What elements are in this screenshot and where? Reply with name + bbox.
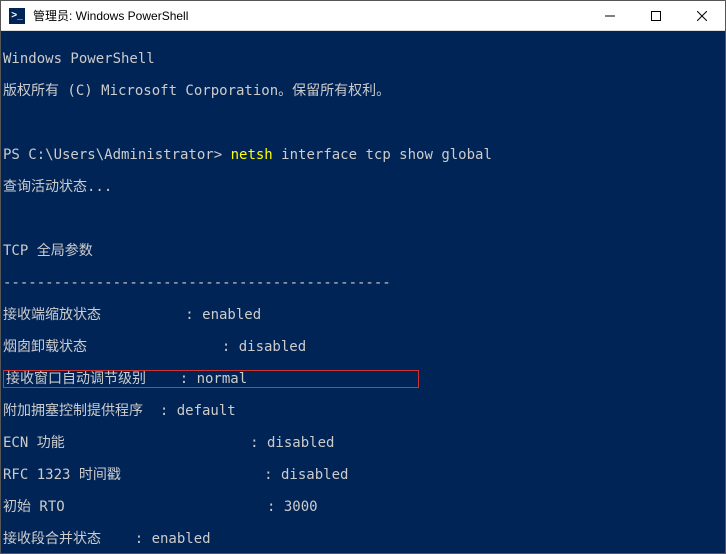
- param-row: ECN 功能 : disabled: [3, 435, 723, 451]
- header-line-1: Windows PowerShell: [3, 51, 723, 67]
- blank-line: [3, 115, 723, 131]
- command-name: netsh: [231, 147, 273, 163]
- highlight-box: 接收窗口自动调节级别 : normal: [3, 370, 419, 388]
- prompt-path: PS C:\Users\Administrator>: [3, 147, 222, 163]
- window-title: 管理员: Windows PowerShell: [33, 7, 587, 24]
- command-args: interface tcp show global: [273, 147, 492, 163]
- close-icon: [697, 11, 707, 21]
- prompt-line-1: PS C:\Users\Administrator> netsh interfa…: [3, 147, 723, 163]
- param-row: 烟囱卸载状态 : disabled: [3, 339, 723, 355]
- section-title: TCP 全局参数: [3, 243, 723, 259]
- highlighted-text: 接收窗口自动调节级别 : normal: [6, 371, 247, 387]
- minimize-icon: [605, 11, 615, 21]
- maximize-icon: [651, 11, 661, 21]
- maximize-button[interactable]: [633, 1, 679, 30]
- querying-line: 查询活动状态...: [3, 179, 723, 195]
- header-line-2: 版权所有 (C) Microsoft Corporation。保留所有权利。: [3, 83, 723, 99]
- terminal-area[interactable]: Windows PowerShell 版权所有 (C) Microsoft Co…: [1, 31, 725, 553]
- minimize-button[interactable]: [587, 1, 633, 30]
- param-row: 附加拥塞控制提供程序 : default: [3, 403, 723, 419]
- param-row: 初始 RTO : 3000: [3, 499, 723, 515]
- param-row-highlighted: 接收窗口自动调节级别 : normal: [3, 371, 723, 387]
- param-row: 接收段合并状态 : enabled: [3, 531, 723, 547]
- window-titlebar: >_ 管理员: Windows PowerShell: [1, 1, 725, 31]
- param-row: RFC 1323 时间戳 : disabled: [3, 467, 723, 483]
- blank-line-2: [3, 211, 723, 227]
- powershell-icon: >_: [9, 8, 25, 24]
- close-button[interactable]: [679, 1, 725, 30]
- section-divider: ----------------------------------------…: [3, 275, 723, 291]
- param-row: 接收端缩放状态 : enabled: [3, 307, 723, 323]
- window-controls: [587, 1, 725, 30]
